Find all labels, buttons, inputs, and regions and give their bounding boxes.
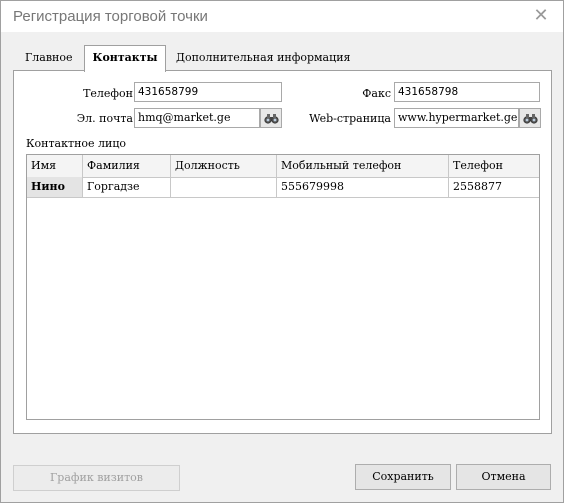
tab-additional-info[interactable]: Дополнительная информация: [176, 46, 350, 70]
column-header-phone[interactable]: Телефон: [449, 155, 539, 177]
tab-contacts[interactable]: Контакты: [84, 45, 166, 72]
web-page-lookup-button[interactable]: [519, 108, 541, 128]
cancel-button[interactable]: Отмена: [456, 464, 551, 490]
contact-person-table: Имя Фамилия Должность Мобильный телефон …: [26, 154, 540, 420]
column-header-position[interactable]: Должность: [171, 155, 277, 177]
cell-phone[interactable]: 2558877: [449, 177, 539, 197]
table-header: Имя Фамилия Должность Мобильный телефон …: [27, 155, 539, 178]
close-icon[interactable]: ✕: [527, 4, 555, 28]
fax-field[interactable]: 431658798: [394, 82, 540, 102]
contact-person-section-label: Контактное лицо: [26, 137, 127, 150]
binoculars-icon: [523, 114, 538, 124]
web-page-field[interactable]: www.hypermarket.ge: [394, 108, 519, 128]
title-bar: Регистрация торговой точки ✕: [1, 1, 563, 32]
column-header-last-name[interactable]: Фамилия: [83, 155, 171, 177]
column-header-first-name[interactable]: Имя: [27, 155, 83, 177]
email-field[interactable]: hmq@market.ge: [134, 108, 260, 128]
fax-label: Факс: [362, 87, 391, 100]
email-lookup-button[interactable]: [260, 108, 282, 128]
phone-field[interactable]: 431658799: [134, 82, 282, 102]
email-label: Эл. почта: [76, 112, 133, 125]
tab-main[interactable]: Главное: [25, 46, 73, 70]
phone-label: Телефон: [83, 87, 133, 100]
contacts-panel: Телефон 431658799 Факс 431658798 Эл. поч…: [13, 70, 552, 434]
cell-last-name[interactable]: Горгадзе: [83, 177, 171, 197]
dialog-window: Регистрация торговой точки ✕ Главное Кон…: [0, 0, 564, 503]
cell-position[interactable]: [171, 177, 277, 197]
visit-schedule-button[interactable]: График визитов: [13, 465, 180, 491]
binoculars-icon: [264, 114, 279, 124]
cell-mobile-phone[interactable]: 555679998: [277, 177, 449, 197]
table-row[interactable]: Нино Горгадзе 555679998 2558877: [27, 177, 539, 198]
save-button[interactable]: Сохранить: [355, 464, 451, 490]
cell-first-name[interactable]: Нино: [27, 177, 83, 197]
web-page-label: Web-страница: [309, 112, 391, 125]
column-header-mobile-phone[interactable]: Мобильный телефон: [277, 155, 449, 177]
window-title: Регистрация торговой точки: [13, 8, 208, 25]
